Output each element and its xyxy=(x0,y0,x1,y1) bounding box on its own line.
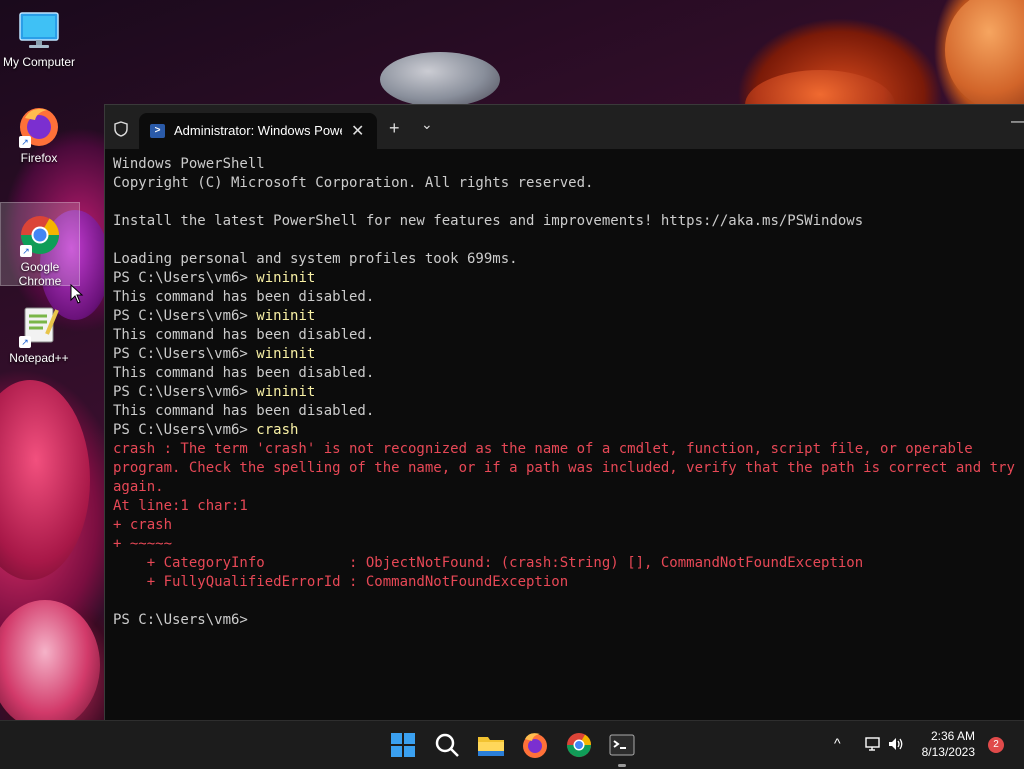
shortcut-arrow-icon: ↗ xyxy=(19,336,31,348)
firefox-icon[interactable] xyxy=(519,729,551,761)
terminal-error-line: + CategoryInfo : ObjectNotFound: (crash:… xyxy=(113,555,864,571)
shield-icon xyxy=(114,121,128,137)
desktop-icon-firefox[interactable]: ↗ Firefox xyxy=(0,104,78,166)
notification-badge[interactable]: 2 xyxy=(988,737,1004,753)
command-text: wininit xyxy=(256,270,316,286)
desktop-icon-my-computer[interactable]: My Computer xyxy=(0,8,78,70)
terminal-prompt-line: PS C:\Users\vm6> wininit xyxy=(113,345,1024,364)
terminal-output-line: Windows PowerShell xyxy=(113,156,265,172)
clock[interactable]: 2:36 AM 8/13/2023 xyxy=(905,728,975,760)
powershell-icon: > xyxy=(150,124,165,138)
terminal-window[interactable]: > Administrator: Windows Powe ✕ + ⌄ — Wi… xyxy=(104,104,1024,722)
minimize-button[interactable]: — xyxy=(1011,113,1024,131)
desktop-icon-label: Google Chrome xyxy=(18,260,62,288)
show-hidden-icons-chevron[interactable]: ^ xyxy=(834,735,841,751)
desktop-icon-chrome[interactable]: ↗ Google Chrome xyxy=(0,202,80,288)
desktop-icon-label: My Computer xyxy=(2,55,76,69)
tab-dropdown-button[interactable]: ⌄ xyxy=(421,116,433,133)
taskbar: ^ 2:36 AM 8/13/2023 2 xyxy=(0,720,1024,769)
terminal-icon[interactable] xyxy=(606,729,638,761)
clock-date: 8/13/2023 xyxy=(921,745,975,759)
prompt-text: PS C:\Users\vm6> xyxy=(113,422,257,438)
terminal-prompt-line: PS C:\Users\vm6> xyxy=(113,611,1024,630)
terminal-error-line: program. Check the spelling of the name,… xyxy=(113,460,1015,476)
terminal-output-line: This command has been disabled. xyxy=(113,327,375,343)
shortcut-arrow-icon: ↗ xyxy=(20,245,32,257)
network-icon[interactable] xyxy=(864,735,882,753)
file-explorer-icon[interactable] xyxy=(475,729,507,761)
chrome-icon[interactable] xyxy=(563,729,595,761)
terminal-output-line: Copyright (C) Microsoft Corporation. All… xyxy=(113,175,594,191)
terminal-error-line: again. xyxy=(113,479,164,495)
title-bar[interactable]: > Administrator: Windows Powe ✕ + ⌄ — xyxy=(105,105,1024,149)
mouse-cursor-icon xyxy=(70,284,84,304)
terminal-prompt-line: PS C:\Users\vm6> wininit xyxy=(113,307,1024,326)
terminal-output[interactable]: Windows PowerShell Copyright (C) Microsof… xyxy=(113,155,1024,721)
volume-icon[interactable] xyxy=(887,735,905,753)
terminal-output-line: This command has been disabled. xyxy=(113,365,375,381)
desktop-icon-label: Notepad++ xyxy=(9,351,69,365)
wallpaper-shape xyxy=(945,0,1024,110)
firefox-icon: ↗ xyxy=(17,104,61,148)
terminal-error-line: crash : The term 'crash' is not recogniz… xyxy=(113,441,973,457)
running-indicator xyxy=(618,764,626,767)
prompt-text: PS C:\Users\vm6> xyxy=(113,384,257,400)
prompt-text: PS C:\Users\vm6> xyxy=(113,612,257,628)
desktop-icon-notepadpp[interactable]: ↗ Notepad++ xyxy=(0,304,78,366)
terminal-output-line: Install the latest PowerShell for new fe… xyxy=(113,213,864,229)
command-text: crash xyxy=(256,422,299,438)
terminal-output-line: Loading personal and system profiles too… xyxy=(113,251,518,267)
start-icon[interactable] xyxy=(387,729,419,761)
terminal-error-line: At line:1 char:1 xyxy=(113,498,248,514)
terminal-prompt-line: PS C:\Users\vm6> wininit xyxy=(113,383,1024,402)
new-tab-button[interactable]: + xyxy=(389,118,400,139)
prompt-text: PS C:\Users\vm6> xyxy=(113,270,257,286)
tab-powershell[interactable]: > Administrator: Windows Powe ✕ xyxy=(139,113,377,149)
terminal-prompt-line: PS C:\Users\vm6> crash xyxy=(113,421,1024,440)
prompt-text: PS C:\Users\vm6> xyxy=(113,346,257,362)
clock-time: 2:36 AM xyxy=(930,729,975,743)
terminal-error-line: + FullyQualifiedErrorId : CommandNotFoun… xyxy=(113,574,569,590)
shortcut-arrow-icon: ↗ xyxy=(19,136,31,148)
chrome-icon: ↗ xyxy=(18,213,62,257)
terminal-output-line: This command has been disabled. xyxy=(113,289,375,305)
wallpaper-shape xyxy=(380,52,500,107)
command-text: wininit xyxy=(256,384,316,400)
tab-title: Administrator: Windows Powe xyxy=(174,123,342,138)
terminal-prompt-line: PS C:\Users\vm6> wininit xyxy=(113,269,1024,288)
desktop-icon-label: Firefox xyxy=(20,151,58,165)
search-icon[interactable] xyxy=(431,729,463,761)
close-tab-button[interactable]: ✕ xyxy=(351,121,364,141)
wallpaper-shape xyxy=(0,380,90,580)
monitor-icon xyxy=(17,8,61,52)
notepadpp-icon: ↗ xyxy=(17,304,61,348)
terminal-error-line: + ~~~~~ xyxy=(113,536,173,552)
terminal-output-line: This command has been disabled. xyxy=(113,403,375,419)
wallpaper-shape xyxy=(0,600,100,730)
prompt-text: PS C:\Users\vm6> xyxy=(113,308,257,324)
command-text: wininit xyxy=(256,308,316,324)
command-text: wininit xyxy=(256,346,316,362)
terminal-error-line: + crash xyxy=(113,517,173,533)
